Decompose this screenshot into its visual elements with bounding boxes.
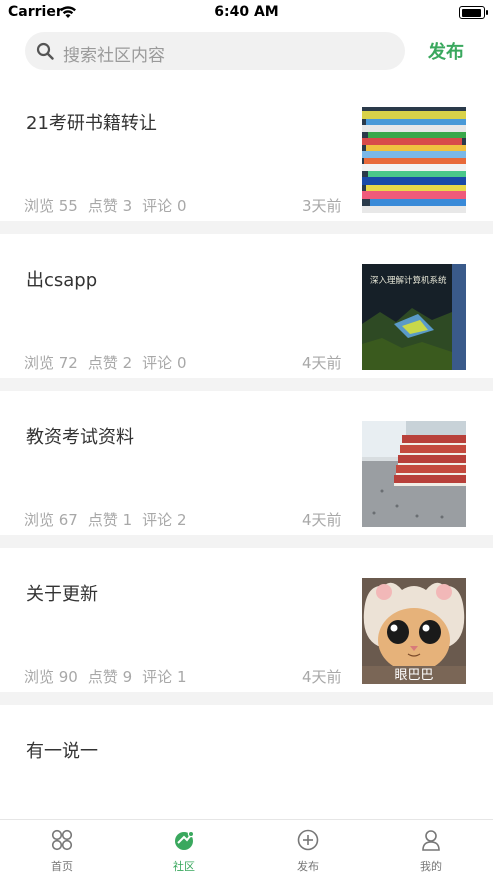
view-count: 浏览 90 — [24, 668, 78, 686]
post-title: 出csapp — [26, 270, 98, 291]
post-stats: 浏览 55 点赞 3 评论 0 — [24, 195, 196, 216]
post-thumbnail[interactable]: 眼巴巴 — [362, 578, 466, 684]
tab-publish[interactable]: 发布 — [258, 820, 358, 879]
comment-count: 评论 0 — [142, 197, 187, 215]
community-icon — [175, 830, 195, 850]
post-time: 3天前 — [302, 197, 342, 215]
study-books-photo-icon — [362, 421, 466, 527]
post-time: 4天前 — [302, 354, 342, 372]
tab-profile[interactable]: 我的 — [381, 820, 481, 879]
tab-publish-label: 发布 — [297, 860, 319, 873]
post-card[interactable]: 教资考试资料 浏览 67 点赞 1 评论 2 4天前 — [0, 391, 493, 535]
post-time: 4天前 — [302, 668, 342, 686]
tab-community-label: 社区 — [173, 860, 195, 873]
thumbnail-caption: 深入理解计算机系统 — [370, 275, 447, 286]
post-title: 关于更新 — [26, 584, 98, 605]
user-icon — [422, 830, 440, 851]
post-feed[interactable]: 21考研书籍转让 浏览 55 点赞 3 评论 0 3天前 出csapp 浏览 7… — [0, 77, 493, 819]
like-count: 点赞 2 — [87, 354, 133, 372]
books-photo-icon — [362, 107, 466, 213]
post-thumbnail[interactable] — [362, 107, 466, 213]
like-count: 点赞 3 — [87, 197, 133, 215]
search-input[interactable]: 搜索社区内容 — [25, 32, 405, 70]
tab-profile-label: 我的 — [420, 860, 442, 873]
post-thumbnail[interactable] — [362, 421, 466, 527]
csapp-book-photo-icon: 深入理解计算机系统 — [362, 264, 466, 370]
like-count: 点赞 1 — [87, 511, 133, 529]
comment-count: 评论 0 — [142, 354, 187, 372]
view-count: 浏览 55 — [24, 197, 78, 215]
post-thumbnail[interactable]: 深入理解计算机系统 — [362, 264, 466, 370]
post-card[interactable]: 21考研书籍转让 浏览 55 点赞 3 评论 0 3天前 — [0, 77, 493, 221]
plus-circle-icon — [297, 829, 319, 851]
comment-count: 评论 1 — [142, 668, 187, 686]
home-grid-icon — [51, 829, 73, 851]
search-header: 搜索社区内容 发布 — [0, 30, 493, 74]
post-card[interactable]: 出csapp 浏览 72 点赞 2 评论 0 4天前 深入理解计算机系统 — [0, 234, 493, 378]
clock: 6:40 AM — [214, 4, 279, 20]
battery-icon — [459, 6, 488, 19]
view-count: 浏览 67 — [24, 511, 78, 529]
post-stats: 浏览 90 点赞 9 评论 1 — [24, 666, 196, 687]
search-icon — [36, 42, 54, 60]
tab-home-label: 首页 — [51, 860, 73, 873]
search-placeholder: 搜索社区内容 — [63, 46, 165, 66]
post-card[interactable]: 有一说一 — [0, 705, 493, 819]
publish-button[interactable]: 发布 — [428, 38, 464, 64]
like-count: 点赞 9 — [87, 668, 133, 686]
post-stats: 浏览 72 点赞 2 评论 0 — [24, 352, 196, 373]
post-title: 21考研书籍转让 — [26, 113, 157, 134]
cat-meme-photo-icon: 眼巴巴 — [362, 578, 466, 684]
post-title: 有一说一 — [26, 741, 98, 762]
tab-community[interactable]: 社区 — [134, 820, 234, 879]
post-time: 4天前 — [302, 511, 342, 529]
post-card[interactable]: 关于更新 浏览 90 点赞 9 评论 1 4天前 眼巴巴 — [0, 548, 493, 692]
post-stats: 浏览 67 点赞 1 评论 2 — [24, 509, 196, 530]
comment-count: 评论 2 — [142, 511, 187, 529]
status-bar: Carrier 6:40 AM — [0, 0, 493, 26]
post-title: 教资考试资料 — [26, 427, 134, 448]
view-count: 浏览 72 — [24, 354, 78, 372]
thumbnail-caption: 眼巴巴 — [394, 668, 433, 683]
bottom-tab-bar: 首页 社区 发布 我的 — [0, 819, 493, 879]
tab-home[interactable]: 首页 — [12, 820, 112, 879]
